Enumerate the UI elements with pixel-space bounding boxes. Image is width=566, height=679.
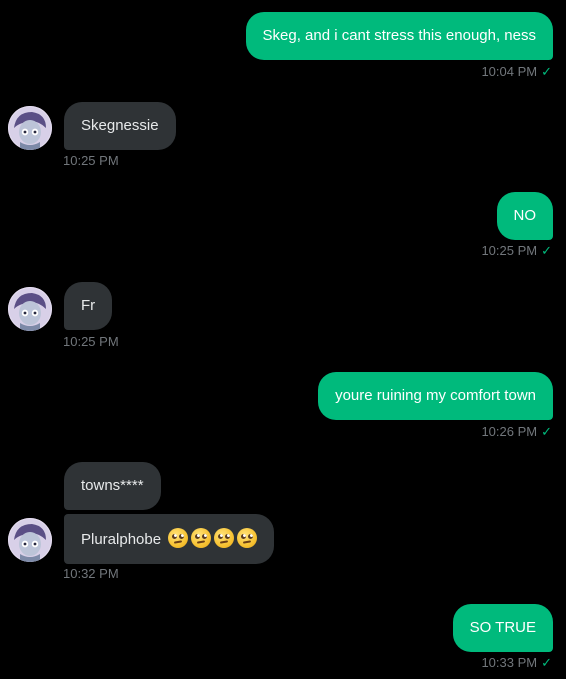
timestamp-text: 10:04 PM bbox=[481, 64, 538, 79]
avatar[interactable] bbox=[8, 287, 52, 331]
face-with-rolling-eyes-icon bbox=[214, 528, 235, 548]
timestamp-text: 10:25 PM bbox=[63, 153, 119, 168]
checkmark-icon: ✓ bbox=[541, 424, 552, 439]
message-bubble-outgoing[interactable]: NO bbox=[496, 192, 553, 240]
message-timestamp: 10:04 PM ✓ bbox=[481, 64, 552, 80]
message-text: towns**** bbox=[81, 477, 144, 494]
message-bubble-outgoing[interactable]: Skeg, and i cant stress this enough, nes… bbox=[245, 12, 553, 60]
message-timestamp: 10:25 PM bbox=[63, 334, 119, 350]
avatar-image bbox=[8, 106, 52, 150]
message-bubble-incoming[interactable]: Fr bbox=[64, 282, 113, 330]
avatar-image bbox=[8, 287, 52, 331]
avatar-image bbox=[8, 518, 52, 562]
message-text: Skeg, and i cant stress this enough, nes… bbox=[262, 27, 537, 44]
message-bubble-incoming[interactable]: Skegnessie bbox=[64, 102, 176, 150]
message-timestamp: 10:33 PM ✓ bbox=[481, 655, 552, 671]
message-timestamp: 10:26 PM ✓ bbox=[481, 424, 552, 440]
message-text: SO TRUE bbox=[469, 619, 536, 636]
message-text: Skegnessie bbox=[81, 117, 159, 134]
avatar[interactable] bbox=[8, 518, 52, 562]
message-bubble-outgoing[interactable]: SO TRUE bbox=[452, 604, 553, 652]
message-bubble-incoming[interactable]: Pluralphobe bbox=[64, 514, 275, 564]
conversation-thread: Skeg, and i cant stress this enough, nes… bbox=[0, 0, 566, 679]
face-with-rolling-eyes-icon bbox=[191, 528, 212, 548]
checkmark-icon: ✓ bbox=[541, 655, 552, 670]
message-text: youre ruining my comfort town bbox=[335, 387, 536, 404]
message-timestamp: 10:25 PM ✓ bbox=[481, 243, 552, 259]
timestamp-text: 10:25 PM bbox=[481, 243, 538, 258]
message-text: Pluralphobe bbox=[81, 531, 162, 548]
timestamp-text: 10:26 PM bbox=[481, 424, 538, 439]
avatar[interactable] bbox=[8, 106, 52, 150]
timestamp-text: 10:25 PM bbox=[63, 334, 119, 349]
message-timestamp: 10:32 PM bbox=[63, 566, 119, 582]
timestamp-text: 10:32 PM bbox=[63, 566, 119, 581]
face-with-rolling-eyes-icon bbox=[237, 528, 258, 548]
message-timestamp: 10:25 PM bbox=[63, 153, 119, 169]
message-bubble-outgoing[interactable]: youre ruining my comfort town bbox=[318, 372, 553, 420]
message-bubble-incoming[interactable]: towns**** bbox=[64, 462, 161, 510]
timestamp-text: 10:33 PM bbox=[481, 655, 538, 670]
message-text: NO bbox=[513, 207, 537, 224]
checkmark-icon: ✓ bbox=[541, 64, 552, 79]
face-with-rolling-eyes-icon bbox=[168, 528, 189, 548]
message-text: Fr bbox=[81, 297, 96, 314]
checkmark-icon: ✓ bbox=[541, 243, 552, 258]
